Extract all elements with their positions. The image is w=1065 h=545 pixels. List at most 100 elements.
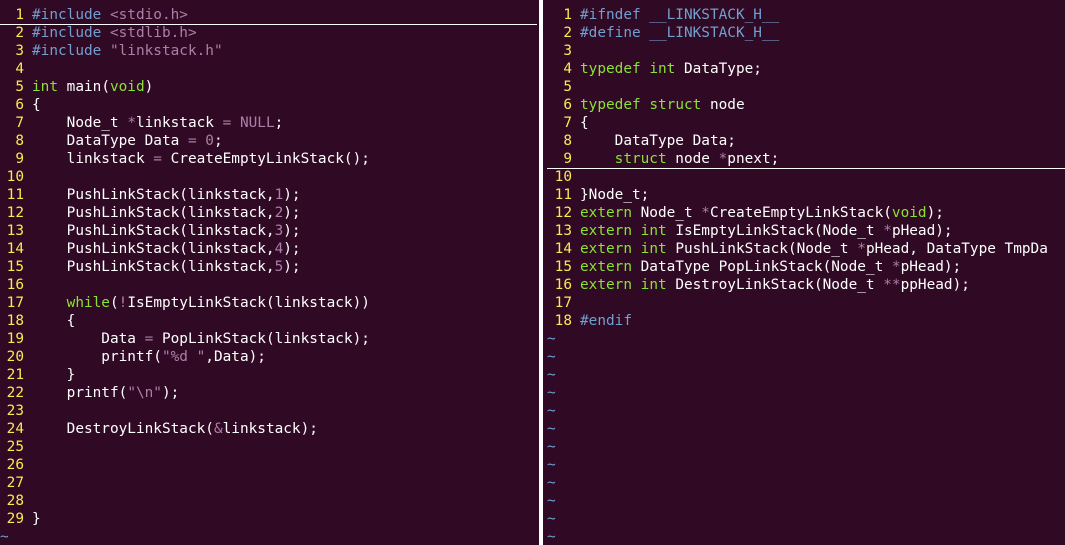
code-text: PushLinkStack(linkstack,5);: [32, 258, 301, 276]
code-text: typedef int DataType;: [580, 60, 762, 78]
code-token: Node_t: [32, 115, 128, 131]
code-line[interactable]: 6 typedef struct node: [547, 96, 1065, 114]
left-editor-pane[interactable]: 1 #include <stdio.h> 2 #include <stdlib.h> 3…: [0, 0, 537, 545]
code-line[interactable]: 24 DestroyLinkStack(&linkstack);: [0, 420, 537, 438]
code-token: ppHead);: [900, 277, 970, 293]
code-token: linkstack: [135, 115, 223, 131]
code-line[interactable]: 21 }: [0, 366, 537, 384]
empty-line-tilde: ~: [547, 403, 556, 419]
code-line[interactable]: 7{: [547, 114, 1065, 132]
code-line[interactable]: 3 #include "linkstack.h": [0, 42, 537, 60]
code-token: #include: [32, 25, 110, 41]
code-token: );: [283, 241, 301, 257]
line-number: 18: [6, 313, 24, 329]
code-line[interactable]: 10: [547, 168, 1065, 186]
code-line[interactable]: 4: [0, 60, 537, 78]
code-line[interactable]: 1 #include <stdio.h>: [0, 6, 537, 25]
code-text: PushLinkStack(linkstack,4);: [32, 240, 301, 258]
code-token: *: [857, 241, 866, 257]
code-line[interactable]: 20 printf("%d ",Data);: [0, 348, 537, 366]
code-line[interactable]: 9 linkstack = CreateEmptyLinkStack();: [0, 150, 537, 168]
code-token: );: [283, 259, 301, 275]
code-line[interactable]: 8 DataType Data = 0;: [0, 132, 537, 150]
code-line[interactable]: 13 extern int IsEmptyLinkStack(Node_t *pH…: [547, 222, 1065, 240]
code-text: }Node_t;: [580, 186, 649, 204]
code-line[interactable]: 3: [547, 42, 1065, 60]
code-token: int: [640, 223, 667, 239]
line-number: 17: [6, 295, 24, 311]
code-line[interactable]: 14 extern int PushLinkStack(Node_t *pHead…: [547, 240, 1065, 258]
code-line[interactable]: 29}: [0, 510, 537, 528]
code-token: ): [144, 79, 154, 95]
code-line[interactable]: 8 DataType Data;: [547, 132, 1065, 150]
line-number: 28: [6, 493, 24, 509]
code-text: #include "linkstack.h": [32, 42, 223, 60]
code-text: DataType Data = 0;: [32, 132, 223, 150]
right-editor-pane[interactable]: 1 #ifndef __LINKSTACK_H__ 2 #define __LINKS…: [547, 0, 1065, 545]
code-token: IsEmptyLinkStack(Node_t: [666, 223, 884, 239]
code-token: ,Data);: [205, 349, 266, 365]
code-token: NULL: [239, 115, 275, 131]
code-token: =: [187, 133, 197, 149]
code-token: );: [926, 205, 944, 221]
code-token: =: [153, 151, 162, 167]
vertical-split-divider[interactable]: [537, 0, 547, 545]
code-line[interactable]: 15 PushLinkStack(linkstack,5);: [0, 258, 537, 276]
code-line[interactable]: 16: [0, 276, 537, 294]
code-line[interactable]: 23: [0, 402, 537, 420]
code-line[interactable]: 12 PushLinkStack(linkstack,2);: [0, 204, 537, 222]
code-line[interactable]: 2 #include <stdlib.h>: [0, 24, 537, 42]
code-line[interactable]: 6{: [0, 96, 537, 114]
code-line[interactable]: 11}Node_t;: [547, 186, 1065, 204]
code-line[interactable]: 7 Node_t *linkstack = NULL;: [0, 114, 537, 132]
code-line[interactable]: 18 #endif: [547, 312, 1065, 330]
code-line[interactable]: 14 PushLinkStack(linkstack,4);: [0, 240, 537, 258]
code-line[interactable]: 25: [0, 438, 537, 456]
code-line[interactable]: 15 extern DataType PopLinkStack(Node_t *p…: [547, 258, 1065, 276]
code-line[interactable]: 10: [0, 168, 537, 186]
code-text: printf("%d ",Data);: [32, 348, 266, 366]
code-token: {: [32, 313, 76, 329]
code-line[interactable]: 18 {: [0, 312, 537, 330]
code-token: *: [127, 115, 136, 131]
code-text: struct node *pnext;: [580, 150, 780, 168]
code-line[interactable]: 13 PushLinkStack(linkstack,3);: [0, 222, 537, 240]
code-token: *: [891, 259, 901, 275]
code-line[interactable]: 5: [547, 78, 1065, 96]
code-text: Data = PopLinkStack(linkstack);: [32, 330, 370, 348]
code-line[interactable]: 27: [0, 474, 537, 492]
code-token: extern: [580, 205, 632, 221]
code-line[interactable]: 12 extern Node_t *CreateEmptyLinkStack(vo…: [547, 204, 1065, 222]
code-line[interactable]: 26: [0, 456, 537, 474]
code-token: (: [109, 295, 119, 311]
code-line[interactable]: 28: [0, 492, 537, 510]
line-number: 29: [6, 511, 24, 527]
code-token: 0: [205, 133, 214, 149]
line-number: 19: [6, 331, 24, 347]
code-token: }Node_t;: [580, 187, 650, 203]
code-token: }: [32, 367, 76, 383]
code-line[interactable]: 9 struct node *pnext;: [547, 150, 1065, 169]
code-line[interactable]: 5 int main(void): [0, 78, 537, 96]
code-line[interactable]: 19 Data = PopLinkStack(linkstack);: [0, 330, 537, 348]
line-number: 5: [15, 79, 24, 95]
code-line[interactable]: 1 #ifndef __LINKSTACK_H__: [547, 6, 1065, 24]
line-number: 8: [563, 133, 572, 149]
code-line[interactable]: 16 extern int DestroyLinkStack(Node_t **p…: [547, 276, 1065, 294]
code-line[interactable]: 17 while(!IsEmptyLinkStack(linkstack)): [0, 294, 537, 312]
code-text: DataType Data;: [580, 132, 736, 150]
line-number: 3: [15, 43, 24, 59]
code-line[interactable]: 22 printf("\n");: [0, 384, 537, 402]
line-number: 20: [6, 349, 24, 365]
code-token: #include: [32, 43, 110, 59]
empty-line-tilde: ~: [547, 385, 556, 401]
code-line[interactable]: 2 #define __LINKSTACK_H__: [547, 24, 1065, 42]
code-token: pHead);: [891, 223, 953, 239]
code-line[interactable]: 4 typedef int DataType;: [547, 60, 1065, 78]
code-line[interactable]: 17: [547, 294, 1065, 312]
code-text: }: [32, 366, 76, 384]
code-line[interactable]: 11 PushLinkStack(linkstack,1);: [0, 186, 537, 204]
